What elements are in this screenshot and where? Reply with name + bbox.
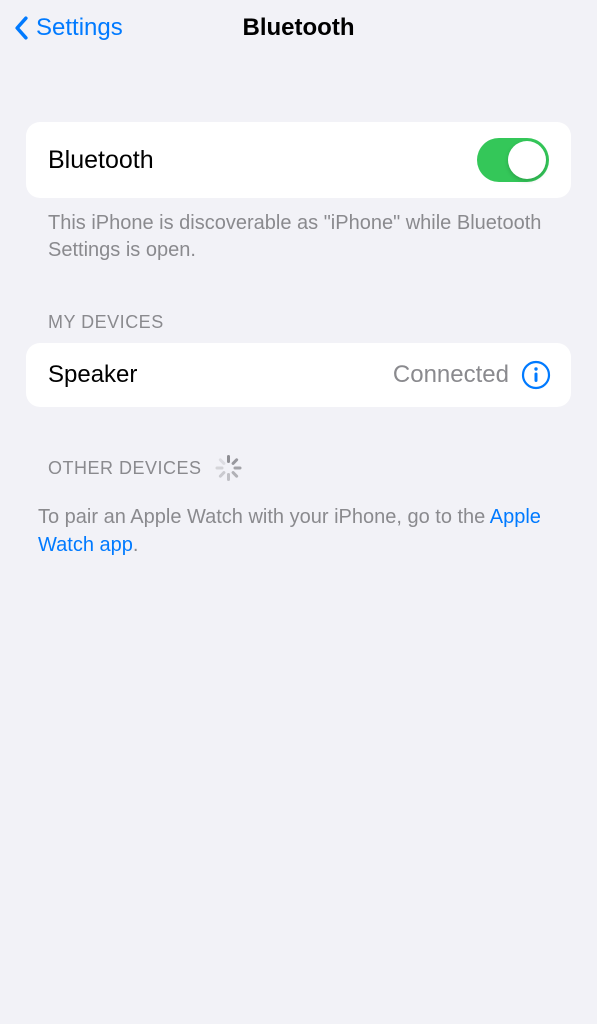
toggle-knob xyxy=(508,141,546,179)
loading-spinner-icon xyxy=(216,455,242,481)
device-name: Speaker xyxy=(48,361,137,389)
bluetooth-toggle-row: Bluetooth xyxy=(26,122,571,198)
nav-bar: Settings Bluetooth xyxy=(0,0,597,56)
info-icon[interactable] xyxy=(521,360,551,390)
back-label: Settings xyxy=(36,14,123,42)
back-button[interactable]: Settings xyxy=(0,14,123,42)
device-status: Connected xyxy=(393,361,509,389)
my-devices-header: MY DEVICES xyxy=(26,264,571,343)
my-devices-card: Speaker Connected xyxy=(26,343,571,407)
other-devices-label: OTHER DEVICES xyxy=(48,458,202,479)
bluetooth-toggle[interactable] xyxy=(477,138,549,182)
other-devices-header: OTHER DEVICES xyxy=(26,407,571,491)
pair-watch-text: To pair an Apple Watch with your iPhone,… xyxy=(26,491,571,559)
pair-suffix: . xyxy=(133,534,139,556)
bluetooth-label: Bluetooth xyxy=(48,146,154,175)
pair-prefix: To pair an Apple Watch with your iPhone,… xyxy=(38,506,490,528)
chevron-left-icon xyxy=(14,16,29,40)
device-row[interactable]: Speaker Connected xyxy=(26,343,571,407)
bluetooth-footer-text: This iPhone is discoverable as "iPhone" … xyxy=(26,198,571,264)
bluetooth-toggle-card: Bluetooth xyxy=(26,122,571,198)
